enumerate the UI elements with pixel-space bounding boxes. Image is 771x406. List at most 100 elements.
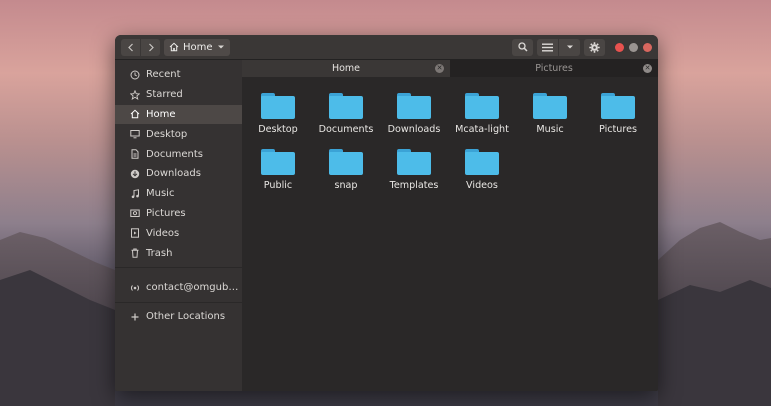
plus-icon	[129, 311, 140, 322]
tab-bar: Home ✕ Pictures ✕	[242, 60, 658, 77]
navigation-buttons	[121, 38, 160, 56]
sidebar-item-label: contact@omgub…	[146, 282, 239, 294]
sidebar-item-desktop[interactable]: Desktop	[115, 124, 242, 144]
download-icon	[129, 168, 140, 179]
sidebar-item-label: Documents	[146, 148, 204, 160]
places-sidebar: Recent Starred Home Desktop Documents Do…	[115, 60, 242, 391]
folder-icon	[261, 149, 295, 175]
sidebar-item-label: Desktop	[146, 128, 188, 140]
location-button-home[interactable]: Home	[164, 38, 230, 56]
search-button[interactable]	[512, 38, 533, 56]
folder-name: Pictures	[599, 124, 637, 135]
tab-label: Pictures	[535, 63, 573, 74]
folder-icon	[533, 93, 567, 119]
folder-name: Music	[536, 124, 564, 135]
sidebar-item-downloads[interactable]: Downloads	[115, 164, 242, 184]
chevron-down-icon	[217, 45, 224, 49]
folder-name: Documents	[318, 124, 374, 135]
folder-icon	[329, 93, 363, 119]
maximize-window-button[interactable]	[643, 42, 652, 52]
sidebar-item-pictures[interactable]: Pictures	[115, 204, 242, 224]
chevron-left-icon	[127, 43, 133, 51]
sidebar-item-recent[interactable]: Recent	[115, 65, 242, 85]
sidebar-item-label: Starred	[146, 89, 183, 101]
close-window-button[interactable]	[615, 42, 624, 52]
chevron-right-icon	[148, 43, 154, 51]
folder-icon	[465, 149, 499, 175]
folder-item[interactable]: Pictures	[584, 93, 652, 135]
folder-name: Downloads	[387, 124, 441, 135]
folder-item[interactable]: Videos	[448, 149, 516, 191]
sidebar-item-music[interactable]: Music	[115, 184, 242, 204]
folder-item[interactable]: Public	[244, 149, 312, 191]
pictures-icon	[129, 208, 140, 219]
close-icon[interactable]: ✕	[643, 64, 652, 73]
sidebar-item-documents[interactable]: Documents	[115, 144, 242, 164]
list-view-icon	[542, 43, 553, 51]
sidebar-item-label: Home	[146, 108, 176, 120]
folder-item[interactable]: Documents	[312, 93, 380, 135]
sidebar-item-label: Other Locations	[146, 311, 226, 323]
minimize-window-button[interactable]	[629, 42, 638, 52]
sidebar-item-videos[interactable]: Videos	[115, 223, 242, 243]
file-grid: Desktop Documents Downloads Mcata-light …	[242, 77, 658, 191]
folder-item[interactable]: Downloads	[380, 93, 448, 135]
files-window: Home Recent Starred Home Desktop Documen…	[115, 35, 658, 391]
sidebar-item-starred[interactable]: Starred	[115, 85, 242, 105]
videos-icon	[129, 228, 140, 239]
folder-name: snap	[334, 180, 358, 191]
header-tools	[512, 38, 652, 56]
folder-item[interactable]: Templates	[380, 149, 448, 191]
window-controls	[615, 42, 652, 52]
sidebar-item-label: Pictures	[146, 207, 186, 219]
network-icon	[129, 282, 140, 293]
tab-home[interactable]: Home ✕	[242, 60, 450, 77]
folder-icon	[397, 149, 431, 175]
sidebar-item-label: Music	[146, 188, 175, 200]
location-label: Home	[183, 41, 213, 53]
close-icon[interactable]: ✕	[435, 64, 444, 73]
desktop-icon	[129, 129, 140, 140]
sidebar-item-home[interactable]: Home	[115, 104, 242, 125]
folder-name: Templates	[389, 180, 439, 191]
chevron-down-icon	[566, 45, 573, 49]
header-bar: Home	[115, 35, 658, 60]
gear-icon	[589, 41, 600, 53]
folder-icon	[601, 93, 635, 119]
forward-button[interactable]	[141, 38, 160, 56]
folder-item[interactable]: Desktop	[244, 93, 312, 135]
tab-pictures[interactable]: Pictures ✕	[450, 60, 658, 77]
sidebar-item-other-locations[interactable]: Other Locations	[115, 307, 242, 327]
folder-name: Mcata-light	[455, 124, 509, 135]
trash-icon	[129, 248, 140, 259]
folder-item[interactable]: Music	[516, 93, 584, 135]
documents-icon	[129, 149, 140, 160]
sidebar-item-label: Downloads	[146, 168, 201, 180]
sidebar-item-label: Videos	[146, 227, 180, 239]
view-toggle-group	[537, 38, 580, 56]
folder-name: Videos	[466, 180, 498, 191]
search-icon	[517, 42, 528, 52]
sidebar-item-label: Recent	[146, 69, 181, 81]
folder-icon	[329, 149, 363, 175]
clock-icon	[129, 69, 140, 80]
tab-label: Home	[331, 63, 361, 74]
folder-item[interactable]: snap	[312, 149, 380, 191]
back-button[interactable]	[121, 38, 140, 56]
home-icon	[129, 109, 140, 120]
music-icon	[129, 188, 140, 199]
sidebar-item-trash[interactable]: Trash	[115, 243, 242, 263]
list-view-button[interactable]	[537, 38, 558, 56]
folder-item[interactable]: Mcata-light	[448, 93, 516, 135]
sidebar-item-online-account[interactable]: contact@omgub…	[115, 278, 242, 298]
sidebar-divider	[115, 266, 242, 268]
sidebar-item-label: Trash	[146, 247, 173, 259]
menu-button[interactable]	[584, 38, 605, 56]
folder-icon	[397, 93, 431, 119]
folder-icon	[465, 93, 499, 119]
content-area: Home ✕ Pictures ✕ Desktop Documents Down…	[242, 60, 658, 391]
view-options-button[interactable]	[559, 38, 580, 56]
folder-name: Public	[263, 180, 293, 191]
star-icon	[129, 89, 140, 100]
folder-icon	[261, 93, 295, 119]
